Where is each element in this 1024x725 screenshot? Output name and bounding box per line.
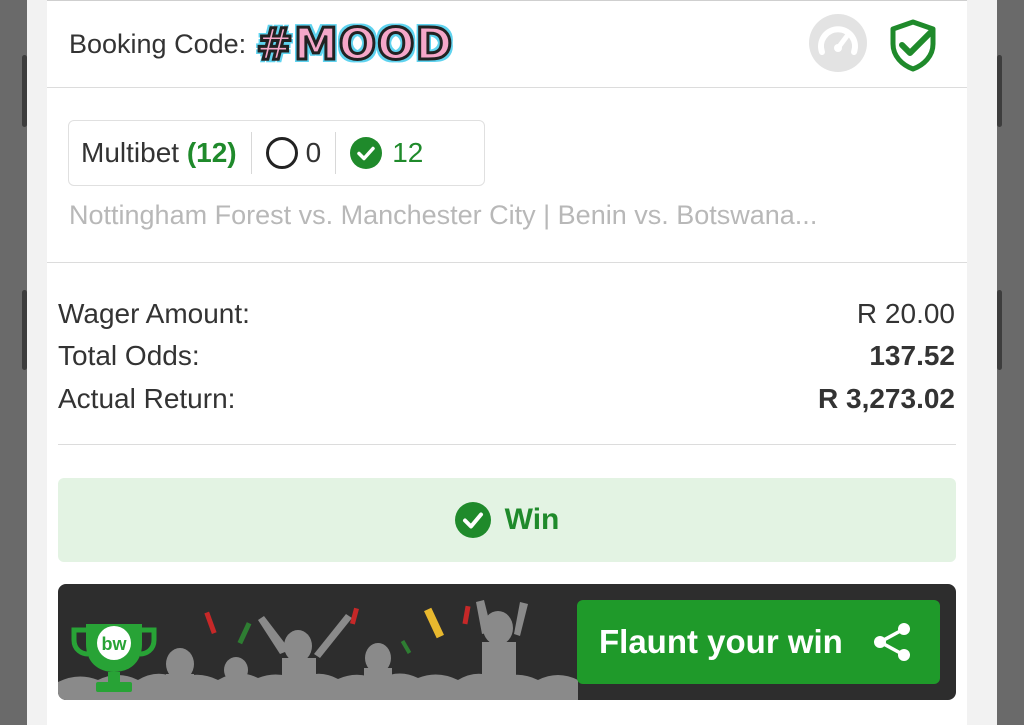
actual-return-value: R 3,273.02: [818, 383, 955, 414]
section-divider: [47, 87, 967, 88]
actual-return-label: Actual Return:: [58, 383, 236, 414]
open-count: 0: [305, 137, 322, 168]
wager-amount-value: R 20.00: [856, 298, 955, 329]
bet-details-card: Booking Code: #MOOD Multibet (12) 0 12 N…: [47, 0, 967, 725]
multibet-chip: Multibet (12): [69, 137, 237, 169]
check-circle-icon: [350, 137, 383, 169]
win-status-label: Win: [504, 503, 560, 536]
won-count: 12: [392, 137, 424, 168]
bet-summary-chips: Multibet (12) 0 12: [68, 120, 485, 186]
total-odds-row: Total Odds: 137.52: [58, 340, 955, 372]
shield-check-icon[interactable]: [887, 18, 939, 72]
open-circle-icon: [265, 137, 298, 169]
won-selections-chip: 12: [350, 137, 423, 169]
open-selections-chip: 0: [265, 137, 322, 169]
section-divider: [47, 262, 967, 263]
multibet-label: Multibet: [81, 137, 180, 168]
speedometer-icon[interactable]: [809, 14, 867, 72]
matches-list[interactable]: Nottingham Forest vs. Manchester City | …: [69, 200, 949, 231]
bw-logo-text: bw: [102, 634, 128, 654]
background-fragment: [997, 55, 1002, 127]
background-fragment: [22, 55, 27, 127]
background-fragment: [997, 290, 1002, 370]
wager-amount-row: Wager Amount: R 20.00: [58, 298, 955, 330]
booking-code-row: Booking Code: #MOOD: [69, 17, 454, 71]
top-divider: [47, 0, 967, 1]
selections-count: (12): [186, 137, 237, 168]
background-fragment: [22, 290, 27, 370]
check-circle-icon: [454, 502, 491, 538]
flaunt-button-label: Flaunt your win: [599, 623, 843, 660]
total-odds-label: Total Odds:: [58, 340, 200, 371]
actual-return-row: Actual Return: R 3,273.02: [58, 383, 955, 415]
flaunt-promo-banner[interactable]: bw Flaunt your win: [58, 584, 956, 700]
chip-separator: [250, 132, 252, 174]
win-status-banner: Win: [58, 478, 956, 562]
wager-amount-label: Wager Amount:: [58, 298, 250, 329]
flaunt-your-win-button[interactable]: Flaunt your win: [577, 600, 940, 684]
total-odds-value: 137.52: [869, 340, 955, 371]
section-divider: [58, 444, 956, 445]
booking-code-label: Booking Code:: [69, 28, 247, 59]
share-icon: [874, 623, 910, 661]
booking-code-value[interactable]: #MOOD: [255, 17, 454, 71]
chip-separator: [335, 132, 337, 174]
